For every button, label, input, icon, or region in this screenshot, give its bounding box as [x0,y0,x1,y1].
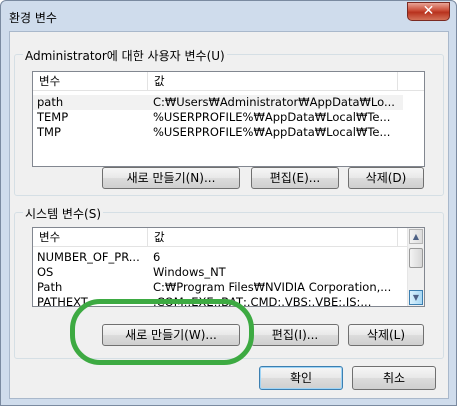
system-variables-group: 시스템 변수(S) 변수 값 NUMBER_OF_PR... 6 OS Wind… [14,205,444,359]
variable-name: TMP [37,125,61,139]
title-bar[interactable]: 환경 변수 ✕ [1,1,456,31]
variable-name: Path [37,280,63,294]
list-header: 변수 값 [33,72,424,91]
table-row[interactable]: TMP %USERPROFILE%₩AppData₩Local₩Te... [33,125,403,140]
table-row[interactable]: TEMP %USERPROFILE%₩AppData₩Local₩Te... [33,110,403,125]
system-delete-button[interactable]: 삭제(L) [348,324,424,346]
table-row[interactable]: Path C:₩Program Files₩NVIDIA Corporation… [33,280,407,295]
variable-value: %USERPROFILE%₩AppData₩Local₩Te... [153,110,391,124]
table-row[interactable]: OS Windows_NT [33,265,407,280]
user-edit-button[interactable]: 편집(E)... [251,167,339,189]
scroll-down-button[interactable]: ▼ [409,290,423,305]
close-button[interactable]: ✕ [407,2,450,21]
environment-variables-dialog: 환경 변수 ✕ Administrator에 대한 사용자 변수(U) 변수 값… [0,0,457,406]
dialog-body: Administrator에 대한 사용자 변수(U) 변수 값 path C:… [9,31,449,399]
user-new-button[interactable]: 새로 만들기(N)... [102,167,240,189]
user-variables-label: Administrator에 대한 사용자 변수(U) [23,47,227,64]
column-header-variable[interactable]: 변수 [33,228,148,246]
column-header-value[interactable]: 값 [148,72,398,90]
table-row[interactable]: NUMBER_OF_PR... 6 [33,250,407,265]
scroll-down-icon: ▼ [412,293,420,302]
variable-name: OS [37,265,54,279]
system-variables-label: 시스템 변수(S) [23,205,103,222]
variable-value: C:₩Program Files₩NVIDIA Corporation,... [153,280,392,294]
list-header: 변수 값 [33,228,407,247]
scroll-up-button[interactable]: ▲ [409,229,423,244]
variable-value: Windows_NT [153,265,226,279]
column-header-value[interactable]: 값 [148,228,398,246]
scroll-thumb[interactable] [409,248,423,268]
user-variables-group: Administrator에 대한 사용자 변수(U) 변수 값 path C:… [14,47,444,196]
ok-button[interactable]: 확인 [259,366,343,390]
window-title: 환경 변수 [9,11,57,25]
variable-name: NUMBER_OF_PR... [37,250,140,264]
system-edit-button[interactable]: 편집(I)... [251,324,339,346]
system-variables-list[interactable]: 변수 값 NUMBER_OF_PR... 6 OS Windows_NT Pat… [32,227,425,307]
variable-value: .COM;.EXE;.BAT;.CMD;.VBS;.VBE;.JS;... [153,295,372,307]
system-new-button[interactable]: 새로 만들기(W)... [102,324,240,346]
cancel-button[interactable]: 취소 [352,366,436,390]
variable-name: path [37,95,64,109]
close-icon: ✕ [422,3,435,19]
table-row[interactable]: path C:₩Users₩Administrator₩AppData₩Lo..… [33,95,403,110]
vertical-scrollbar[interactable]: ▲ ▼ [407,228,424,306]
variable-name: TEMP [37,110,69,124]
variable-name: PATHEXT [37,295,88,307]
user-variables-list[interactable]: 변수 값 path C:₩Users₩Administrator₩AppData… [32,71,425,167]
variable-value: %USERPROFILE%₩AppData₩Local₩Te... [153,125,391,139]
table-row[interactable]: PATHEXT .COM;.EXE;.BAT;.CMD;.VBS;.VBE;.J… [33,295,407,307]
variable-value: C:₩Users₩Administrator₩AppData₩Lo... [153,95,395,109]
scroll-up-icon: ▲ [412,232,420,241]
user-delete-button[interactable]: 삭제(D) [348,167,424,189]
variable-value: 6 [153,250,161,264]
column-header-variable[interactable]: 변수 [33,72,148,90]
